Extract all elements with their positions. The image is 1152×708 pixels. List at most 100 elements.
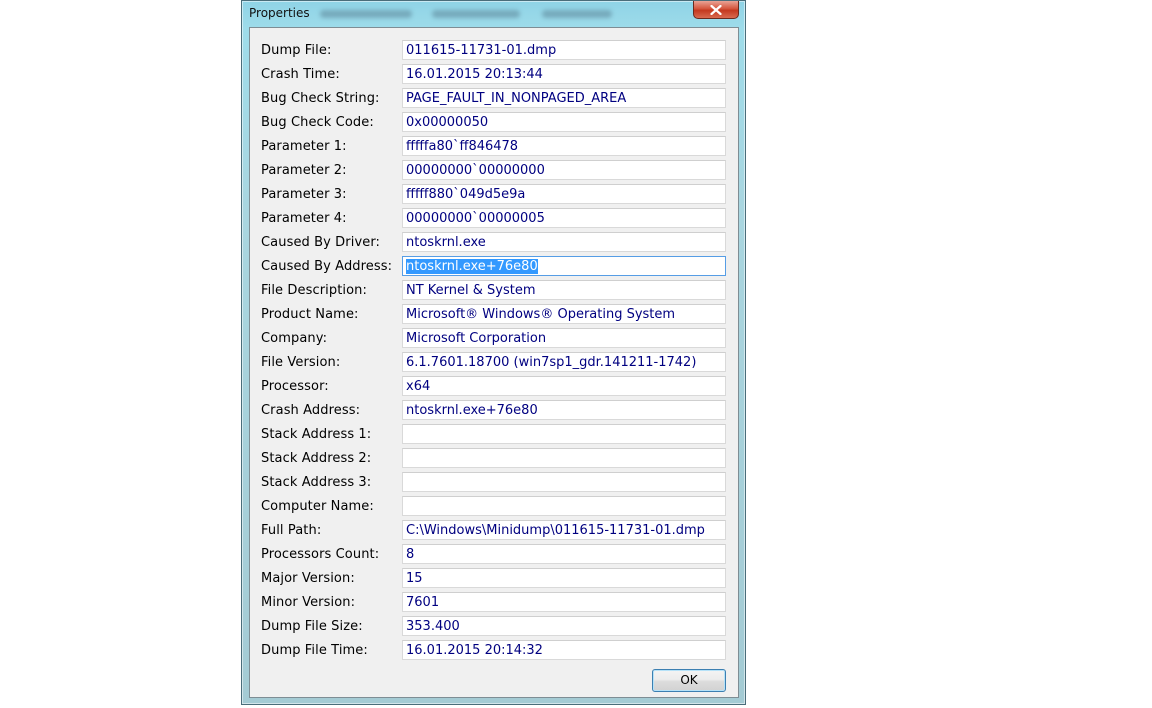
close-icon [710, 4, 722, 15]
title-bar[interactable]: Properties [242, 1, 745, 27]
field-label: Computer Name: [261, 499, 374, 514]
field-value-box[interactable]: ntoskrnl.exe+76e80 [402, 256, 726, 276]
field-value-box[interactable]: ntoskrnl.exe+76e80 [402, 400, 726, 420]
field-value-text: x64 [406, 379, 431, 394]
field-row: Major Version: 15 [250, 568, 738, 588]
field-label: Caused By Address: [261, 259, 393, 274]
field-label: Stack Address 1: [261, 427, 372, 442]
field-value-text: 16.01.2015 20:13:44 [406, 67, 543, 82]
field-value-box[interactable]: 8 [402, 544, 726, 564]
field-label: Major Version: [261, 571, 355, 586]
field-label: Parameter 1: [261, 139, 347, 154]
field-label: Full Path: [261, 523, 322, 538]
field-value-box[interactable]: fffffa80`ff846478 [402, 136, 726, 156]
field-value-text: 7601 [406, 595, 440, 610]
field-label: Crash Address: [261, 403, 361, 418]
field-value-box[interactable] [402, 424, 726, 444]
field-label: Parameter 4: [261, 211, 347, 226]
field-row: Crash Address: ntoskrnl.exe+76e80 [250, 400, 738, 420]
field-value-box[interactable]: x64 [402, 376, 726, 396]
blurred-title-fragment [432, 10, 520, 18]
field-row: Caused By Address: ntoskrnl.exe+76e80 [250, 256, 738, 276]
field-label: Dump File: [261, 43, 332, 58]
field-value-text: ntoskrnl.exe [406, 235, 486, 250]
field-value-text: 011615-11731-01.dmp [406, 43, 557, 58]
field-label: Company: [261, 331, 328, 346]
field-value-box[interactable] [402, 448, 726, 468]
field-value-text: fffff880`049d5e9a [406, 187, 526, 202]
field-value-box[interactable]: C:\Windows\Minidump\011615-11731-01.dmp [402, 520, 726, 540]
window-title: Properties [249, 6, 310, 20]
field-row: Stack Address 1: [250, 424, 738, 444]
field-value-text: 353.400 [406, 619, 460, 634]
field-label: Dump File Time: [261, 643, 368, 658]
field-value-box[interactable]: 0x00000050 [402, 112, 726, 132]
field-value-text: 0x00000050 [406, 115, 489, 130]
field-value-box[interactable]: 353.400 [402, 616, 726, 636]
dialog-client-area: Dump File: 011615-11731-01.dmp Crash Time:… [249, 27, 739, 698]
field-row: Full Path: C:\Windows\Minidump\011615-117… [250, 520, 738, 540]
field-value-box[interactable]: 00000000`00000000 [402, 160, 726, 180]
ok-button[interactable]: OK [652, 669, 726, 692]
field-value-box[interactable]: 7601 [402, 592, 726, 612]
field-value-box[interactable]: Microsoft® Windows® Operating System [402, 304, 726, 324]
field-value-box[interactable]: ntoskrnl.exe [402, 232, 726, 252]
field-label: Minor Version: [261, 595, 356, 610]
field-value-text: 15 [406, 571, 423, 586]
field-value-box[interactable]: 16.01.2015 20:14:32 [402, 640, 726, 660]
field-label: Product Name: [261, 307, 359, 322]
field-value-box[interactable]: 15 [402, 568, 726, 588]
field-row: Crash Time: 16.01.2015 20:13:44 [250, 64, 738, 84]
field-row: Parameter 2: 00000000`00000000 [250, 160, 738, 180]
field-label: Processors Count: [261, 547, 380, 562]
field-value-box[interactable]: 16.01.2015 20:13:44 [402, 64, 726, 84]
field-row: Stack Address 2: [250, 448, 738, 468]
field-value-text: 00000000`00000005 [406, 211, 545, 226]
field-value-box[interactable] [402, 496, 726, 516]
field-row: Dump File Time: 16.01.2015 20:14:32 [250, 640, 738, 660]
field-value-box[interactable]: 6.1.7601.18700 (win7sp1_gdr.141211-1742) [402, 352, 726, 372]
field-value-text: Microsoft Corporation [406, 331, 547, 346]
field-value-box[interactable]: NT Kernel & System [402, 280, 726, 300]
field-row: Computer Name: [250, 496, 738, 516]
blurred-title-fragment [542, 10, 612, 18]
field-value-text: 8 [406, 547, 415, 562]
field-value-box[interactable] [402, 472, 726, 492]
field-value-text: fffffa80`ff846478 [406, 139, 519, 154]
field-row: Processors Count: 8 [250, 544, 738, 564]
field-label: Dump File Size: [261, 619, 363, 634]
field-value-box[interactable]: PAGE_FAULT_IN_NONPAGED_AREA [402, 88, 726, 108]
field-row: Stack Address 3: [250, 472, 738, 492]
field-row: Company: Microsoft Corporation [250, 328, 738, 348]
field-label: File Description: [261, 283, 368, 298]
field-value-text: ntoskrnl.exe+76e80 [406, 403, 538, 418]
field-label: Parameter 2: [261, 163, 347, 178]
field-label: Processor: [261, 379, 329, 394]
field-value-box[interactable]: 00000000`00000005 [402, 208, 726, 228]
field-value-box[interactable]: 011615-11731-01.dmp [402, 40, 726, 60]
field-row: Dump File: 011615-11731-01.dmp [250, 40, 738, 60]
field-row: Dump File Size: 353.400 [250, 616, 738, 636]
field-value-text: Microsoft® Windows® Operating System [406, 307, 676, 322]
field-row: Product Name: Microsoft® Windows® Operati… [250, 304, 738, 324]
field-value-text: NT Kernel & System [406, 283, 536, 298]
field-value-text: 6.1.7601.18700 (win7sp1_gdr.141211-1742) [406, 355, 697, 370]
field-label: Stack Address 3: [261, 475, 372, 490]
field-row: Bug Check Code: 0x00000050 [250, 112, 738, 132]
field-row: Processor: x64 [250, 376, 738, 396]
field-row: Caused By Driver: ntoskrnl.exe [250, 232, 738, 252]
field-value-box[interactable]: fffff880`049d5e9a [402, 184, 726, 204]
field-row: File Description: NT Kernel & System [250, 280, 738, 300]
field-row: Bug Check String: PAGE_FAULT_IN_NONPAGED_… [250, 88, 738, 108]
blurred-title-fragment [320, 10, 412, 18]
field-value-text: PAGE_FAULT_IN_NONPAGED_AREA [406, 91, 627, 106]
field-label: Stack Address 2: [261, 451, 372, 466]
properties-dialog: Properties Dump File: 011615-11731-01.dmp… [241, 0, 746, 705]
field-label: Bug Check Code: [261, 115, 374, 130]
field-value-text: 16.01.2015 20:14:32 [406, 643, 543, 658]
field-label: Bug Check String: [261, 91, 380, 106]
close-button[interactable] [693, 1, 739, 19]
field-row: Parameter 4: 00000000`00000005 [250, 208, 738, 228]
field-value-box[interactable]: Microsoft Corporation [402, 328, 726, 348]
field-value-text: C:\Windows\Minidump\011615-11731-01.dmp [406, 523, 705, 538]
